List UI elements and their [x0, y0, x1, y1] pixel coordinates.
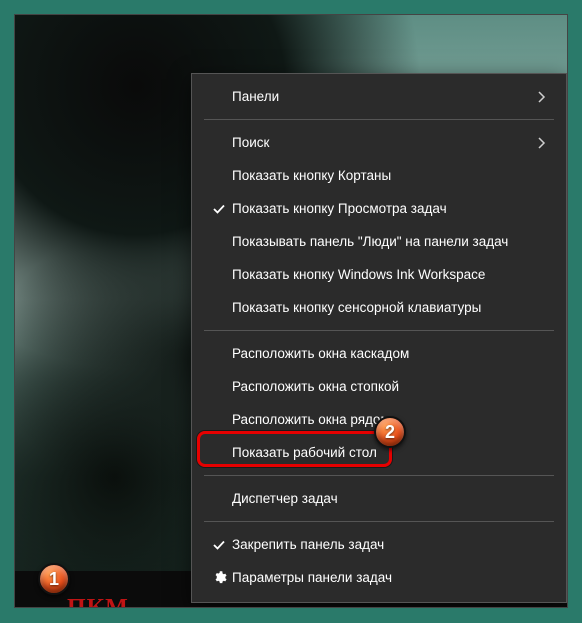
menu-divider — [204, 521, 554, 522]
menu-item-cortana-button[interactable]: Показать кнопку Кортаны — [192, 159, 566, 192]
annotation-pkm-text: ПКМ — [67, 595, 129, 608]
menu-item-label: Показывать панель "Люди" на панели задач — [232, 234, 532, 249]
menu-item-label: Показать кнопку сенсорной клавиатуры — [232, 300, 532, 315]
chevron-right-icon — [532, 137, 552, 149]
menu-item-label: Закрепить панель задач — [232, 537, 532, 552]
menu-item-label: Диспетчер задач — [232, 491, 532, 506]
menu-item-label: Расположить окна рядом — [232, 412, 532, 427]
menu-item-label: Показать кнопку Просмотра задач — [232, 201, 532, 216]
check-icon — [206, 538, 232, 552]
menu-item-label: Показать рабочий стол — [232, 445, 532, 460]
menu-item-cascade-windows[interactable]: Расположить окна каскадом — [192, 337, 566, 370]
menu-item-touch-keyboard[interactable]: Показать кнопку сенсорной клавиатуры — [192, 291, 566, 324]
gear-icon — [206, 570, 232, 585]
menu-item-task-manager[interactable]: Диспетчер задач — [192, 482, 566, 515]
menu-item-stack-windows[interactable]: Расположить окна стопкой — [192, 370, 566, 403]
chevron-right-icon — [532, 91, 552, 103]
menu-item-label: Показать кнопку Windows Ink Workspace — [232, 267, 532, 282]
menu-item-ink-workspace[interactable]: Показать кнопку Windows Ink Workspace — [192, 258, 566, 291]
menu-item-toolbars[interactable]: Панели — [192, 80, 566, 113]
menu-item-label: Показать кнопку Кортаны — [232, 168, 532, 183]
taskbar-context-menu: Панели Поиск Показать кнопку Кортаны Пок… — [191, 73, 567, 603]
menu-divider — [204, 119, 554, 120]
menu-item-label: Параметры панели задач — [232, 570, 532, 585]
menu-item-search[interactable]: Поиск — [192, 126, 566, 159]
menu-divider — [204, 475, 554, 476]
menu-item-side-by-side-windows[interactable]: Расположить окна рядом — [192, 403, 566, 436]
menu-item-show-desktop[interactable]: Показать рабочий стол — [192, 436, 566, 469]
menu-divider — [204, 330, 554, 331]
menu-item-lock-taskbar[interactable]: Закрепить панель задач — [192, 528, 566, 561]
menu-item-task-view-button[interactable]: Показать кнопку Просмотра задач — [192, 192, 566, 225]
menu-item-people-bar[interactable]: Показывать панель "Люди" на панели задач — [192, 225, 566, 258]
menu-item-taskbar-settings[interactable]: Параметры панели задач — [192, 561, 566, 594]
screenshot-frame: Панели Поиск Показать кнопку Кортаны Пок… — [14, 14, 568, 608]
menu-item-label: Расположить окна стопкой — [232, 379, 532, 394]
menu-item-label: Поиск — [232, 135, 532, 150]
menu-item-label: Панели — [232, 89, 532, 104]
check-icon — [206, 202, 232, 216]
menu-item-label: Расположить окна каскадом — [232, 346, 532, 361]
